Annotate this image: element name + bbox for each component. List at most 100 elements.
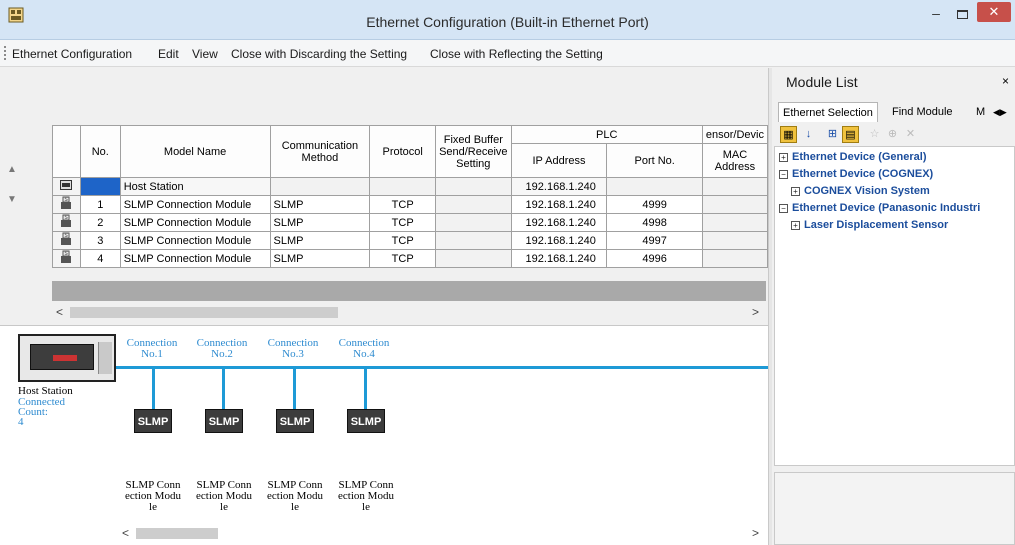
tree-item-label: Ethernet Device (COGNEX): [792, 168, 934, 180]
collapse-icon[interactable]: −: [779, 170, 788, 179]
menu-edit[interactable]: Edit: [158, 47, 179, 61]
host-protocol-cell: [369, 177, 437, 196]
network-diagram: Host Station Connected Count: 4 Connectio…: [0, 326, 768, 545]
tab-more[interactable]: M: [972, 102, 989, 122]
row-model-name[interactable]: SLMP Connection Module: [119, 231, 271, 250]
header-mac-address: MAC Address: [701, 143, 769, 178]
connection-drop-line: [293, 369, 296, 409]
slmp-device-icon: S: [52, 213, 81, 232]
row-ip-address[interactable]: 192.168.1.240: [510, 195, 608, 214]
table-row[interactable]: S 1 SLMP Connection Module SLMP TCP 192.…: [52, 195, 769, 214]
table-row[interactable]: Host Station 192.168.1.240: [52, 177, 769, 196]
row-ip-address[interactable]: 192.168.1.240: [510, 213, 608, 232]
tree-item[interactable]: − Ethernet Device (Panasonic Industri: [779, 202, 980, 214]
slmp-device-box[interactable]: SLMP: [347, 409, 385, 433]
row-model-name[interactable]: SLMP Connection Module: [119, 195, 271, 214]
table-row[interactable]: S 2 SLMP Connection Module SLMP TCP 192.…: [52, 213, 769, 232]
close-button[interactable]: ✕: [977, 2, 1011, 22]
expand-icon[interactable]: +: [779, 153, 788, 162]
row-model-name[interactable]: SLMP Connection Module: [119, 213, 271, 232]
menu-ethernet-configuration[interactable]: Ethernet Configuration: [12, 47, 132, 61]
diagram-horizontal-scrollbar[interactable]: < >: [118, 525, 766, 542]
scroll-right-icon[interactable]: >: [752, 526, 759, 540]
row-protocol[interactable]: TCP: [369, 195, 437, 214]
row-no[interactable]: 1: [79, 195, 121, 214]
tree-item[interactable]: + COGNEX Vision System: [791, 185, 930, 197]
row-no[interactable]: 4: [79, 249, 121, 268]
tab-ethernet-selection[interactable]: Ethernet Selection: [778, 102, 878, 122]
sort-alpha-icon[interactable]: ↓: [800, 126, 817, 143]
header-no: No.: [79, 125, 121, 178]
slmp-device-box[interactable]: SLMP: [205, 409, 243, 433]
module-info-box: [774, 472, 1015, 545]
move-up-icon[interactable]: ▲: [5, 164, 19, 178]
scroll-left-icon[interactable]: <: [56, 305, 63, 319]
tree-item[interactable]: + Ethernet Device (General): [779, 151, 927, 163]
row-ip-address[interactable]: 192.168.1.240: [510, 249, 608, 268]
host-no-cell[interactable]: [79, 177, 121, 196]
row-no[interactable]: 2: [79, 213, 121, 232]
module-list-title: Module List: [786, 74, 858, 90]
row-port-no[interactable]: 4999: [606, 195, 703, 214]
table-row[interactable]: S 4 SLMP Connection Module SLMP TCP 192.…: [52, 249, 769, 268]
slmp-device-icon: S: [52, 249, 81, 268]
table-row[interactable]: S 3 SLMP Connection Module SLMP TCP 192.…: [52, 231, 769, 250]
favorite-icon: ☆: [869, 128, 880, 140]
collapse-tree-icon[interactable]: ▤: [842, 126, 859, 143]
row-protocol[interactable]: TCP: [369, 213, 437, 232]
row-ip-address[interactable]: 192.168.1.240: [510, 231, 608, 250]
scroll-right-icon[interactable]: >: [752, 305, 759, 319]
row-mac-address: [701, 195, 769, 214]
tab-find-module[interactable]: Find Module: [888, 102, 957, 122]
host-station-icon: [52, 177, 81, 196]
module-tree: + Ethernet Device (General) − Ethernet Dev…: [774, 146, 1015, 466]
connected-count-text: Connected Count:: [18, 396, 66, 418]
scrollbar-thumb[interactable]: [70, 307, 338, 318]
menu-close-discarding[interactable]: Close with Discarding the Setting: [231, 47, 407, 61]
header-protocol: Protocol: [369, 125, 437, 178]
tab-scroll-arrows-icon[interactable]: ◀▶: [989, 102, 1011, 122]
row-comm-method[interactable]: SLMP: [269, 249, 371, 268]
row-mac-address: [701, 231, 769, 250]
row-port-no[interactable]: 4998: [606, 213, 703, 232]
expand-icon[interactable]: +: [791, 187, 800, 196]
configuration-pane: ▲ ▼ No. Model Name Communication Method …: [0, 68, 769, 545]
ethernet-bus-line: [116, 366, 768, 369]
expand-tree-icon[interactable]: ⊞: [824, 126, 841, 143]
slmp-device-box[interactable]: SLMP: [134, 409, 172, 433]
panel-close-button[interactable]: ×: [1002, 74, 1009, 88]
add-module-icon: ⊕: [887, 128, 898, 140]
row-comm-method[interactable]: SLMP: [269, 213, 371, 232]
header-communication-method: Communication Method: [269, 125, 371, 178]
scroll-left-icon[interactable]: <: [122, 526, 129, 540]
slmp-device-box[interactable]: SLMP: [276, 409, 314, 433]
table-horizontal-scrollbar[interactable]: < >: [52, 304, 766, 321]
device-name-label: SLMP Conn ection Modu le: [125, 479, 181, 513]
scrollbar-thumb[interactable]: [136, 528, 218, 539]
row-protocol[interactable]: TCP: [369, 231, 437, 250]
row-model-name[interactable]: SLMP Connection Module: [119, 249, 271, 268]
menu-close-reflecting[interactable]: Close with Reflecting the Setting: [430, 47, 603, 61]
module-list-panel: Module List × Ethernet Selection Find Mo…: [772, 68, 1015, 545]
header-sensor-device: ensor/Devic: [701, 125, 769, 144]
minimize-button[interactable]: –: [923, 5, 949, 25]
row-comm-method[interactable]: SLMP: [269, 231, 371, 250]
menu-view[interactable]: View: [192, 47, 218, 61]
row-port-no[interactable]: 4996: [606, 249, 703, 268]
host-station-module[interactable]: [18, 334, 116, 382]
row-port-no[interactable]: 4997: [606, 231, 703, 250]
menu-grip-icon[interactable]: [4, 46, 7, 60]
host-ip-cell[interactable]: 192.168.1.240: [510, 177, 608, 196]
collapse-icon[interactable]: −: [779, 204, 788, 213]
expand-icon[interactable]: +: [791, 221, 800, 230]
row-comm-method[interactable]: SLMP: [269, 195, 371, 214]
title-bar: Ethernet Configuration (Built-in Etherne…: [0, 0, 1015, 40]
move-down-icon[interactable]: ▼: [5, 194, 19, 208]
tree-item[interactable]: + Laser Displacement Sensor: [791, 219, 948, 231]
sort-category-icon[interactable]: ▦: [780, 126, 797, 143]
host-model-cell[interactable]: Host Station: [119, 177, 271, 196]
maximize-button[interactable]: [949, 5, 975, 25]
row-protocol[interactable]: TCP: [369, 249, 437, 268]
row-no[interactable]: 3: [79, 231, 121, 250]
tree-item[interactable]: − Ethernet Device (COGNEX): [779, 168, 933, 180]
